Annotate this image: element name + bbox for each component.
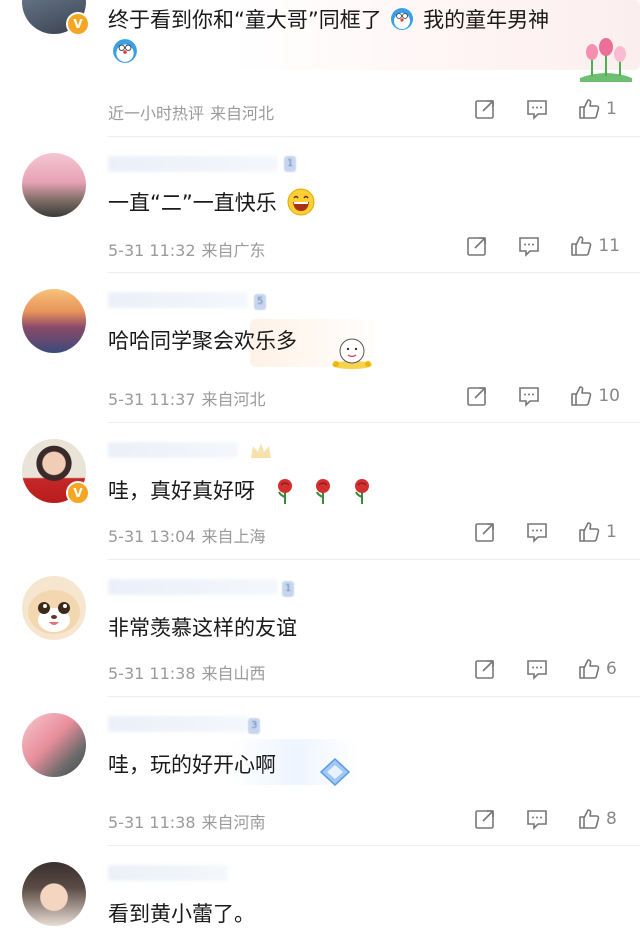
fan-level-badge: 1 — [282, 581, 295, 597]
comment-actions: 11 — [466, 232, 620, 260]
comment-actions: 1 — [474, 95, 620, 123]
comment-time: 5-31 11:32 — [108, 241, 196, 260]
comment-text-content: 一直“二”一直快乐 — [108, 191, 277, 215]
comment-icon[interactable] — [518, 235, 540, 257]
comment-time: 5-31 13:04 — [108, 527, 196, 546]
share-icon[interactable] — [474, 808, 496, 830]
like-count: 8 — [606, 809, 617, 829]
like-count: 11 — [598, 236, 620, 256]
lucky-cat-sticker-icon — [332, 338, 372, 369]
doraemon-emoji-icon — [391, 8, 414, 30]
tulip-decoration-icon — [580, 38, 632, 82]
comment-time: 5-31 11:37 — [108, 390, 196, 409]
comment-location: 来自河南 — [201, 813, 266, 832]
comment-time: 5-31 11:38 — [108, 813, 196, 832]
comment-meta: 5-31 13:04 来自上海 — [108, 523, 266, 547]
username-blurred[interactable] — [108, 865, 228, 881]
comment-text: 一直“二”一直快乐 — [108, 187, 315, 217]
thumbs-up-icon[interactable] — [570, 385, 592, 407]
comment-time: 5-31 11:38 — [108, 664, 196, 683]
comment-item: V 终于看到你和“童大哥”同框了 我的童年男神 近一小时热评 来自河北 1 — [0, 0, 640, 136]
comment-item: 1 一直“二”一直快乐 5-31 11:32 来自广东 11 — [0, 137, 640, 272]
share-icon[interactable] — [466, 235, 488, 257]
comment-actions: 6 — [474, 655, 620, 683]
like-count: 1 — [606, 99, 617, 119]
like-count: 1 — [606, 522, 617, 542]
comment-item: V 哇，真好真好呀 5-31 13:04 来自上海 1 — [0, 423, 640, 559]
like-count: 6 — [606, 659, 617, 679]
verified-badge-icon: V — [66, 12, 90, 36]
crown-badge-icon — [251, 443, 271, 458]
comment-text-content: 非常羡慕这样的友谊 — [108, 616, 297, 640]
comment-meta: 5-31 11:37 来自河北 — [108, 386, 266, 410]
comment-item: 5 哈哈同学聚会欢乐多 5-31 11:37 来自河北 10 — [0, 273, 640, 422]
comment-text-part1: 终于看到你和“童大哥”同框了 — [108, 8, 382, 32]
username-blurred[interactable] — [108, 156, 278, 172]
comment-meta: 5-31 11:32 来自广东 — [108, 237, 266, 261]
rose-emoji-icon — [316, 479, 331, 504]
username-blurred[interactable] — [108, 292, 248, 308]
laughing-emoji-icon — [287, 188, 315, 216]
comment-location: 来自上海 — [201, 527, 266, 546]
avatar[interactable] — [22, 576, 86, 640]
fan-level-badge: 5 — [254, 294, 267, 310]
share-icon[interactable] — [474, 521, 496, 543]
comment-icon[interactable] — [526, 658, 548, 680]
verified-badge-icon: V — [66, 481, 90, 505]
comment-text: 哇，玩的好开心啊 — [108, 749, 276, 779]
comment-actions: 1 — [474, 518, 620, 546]
comment-location: 来自河北 — [210, 104, 275, 123]
comment-meta: 近一小时热评 来自河北 — [108, 100, 274, 124]
avatar[interactable] — [22, 862, 86, 926]
username-blurred[interactable] — [108, 442, 238, 458]
doraemon-emoji-icon — [113, 39, 137, 63]
fan-level-badge: 1 — [284, 156, 297, 172]
cartoon-dog-icon — [28, 590, 80, 634]
username-blurred[interactable] — [108, 579, 278, 595]
username-blurred[interactable] — [108, 716, 248, 732]
comment-actions: 8 — [474, 805, 620, 833]
comment-meta: 5-31 11:38 来自山西 — [108, 660, 266, 684]
comment-text-content: 哈哈同学聚会欢乐多 — [108, 329, 297, 353]
thumbs-up-icon[interactable] — [578, 521, 600, 543]
comment-icon[interactable] — [518, 385, 540, 407]
comment-text: 哈哈同学聚会欢乐多 — [108, 325, 297, 355]
comment-text: 非常羡慕这样的友谊 — [108, 612, 297, 642]
thumbs-up-icon[interactable] — [570, 235, 592, 257]
avatar[interactable] — [22, 289, 86, 353]
thumbs-up-icon[interactable] — [578, 808, 600, 830]
comment-meta: 5-31 11:38 来自河南 — [108, 809, 266, 833]
rose-emoji-icon — [277, 479, 292, 504]
share-icon[interactable] — [466, 385, 488, 407]
comment-time: 近一小时热评 — [108, 104, 205, 123]
comment-item: 1 非常羡慕这样的友谊 5-31 11:38 来自山西 6 — [0, 560, 640, 696]
thumbs-up-icon[interactable] — [578, 98, 600, 120]
comment-actions: 10 — [466, 382, 620, 410]
avatar[interactable] — [22, 153, 86, 217]
comment-text-content: 看到黄小蕾了。 — [108, 902, 255, 926]
comment-location: 来自广东 — [201, 241, 266, 260]
thumbs-up-icon[interactable] — [578, 658, 600, 680]
comment-item: 看到黄小蕾了。 — [0, 846, 640, 926]
comment-text-content: 哇，玩的好开心啊 — [108, 753, 276, 777]
comment-icon[interactable] — [526, 808, 548, 830]
fan-level-badge: 3 — [248, 718, 261, 734]
comment-location: 来自河北 — [201, 390, 266, 409]
like-count: 10 — [598, 386, 620, 406]
share-icon[interactable] — [474, 658, 496, 680]
comment-text-content: 哇，真好真好呀 — [108, 479, 255, 503]
comment-location: 来自山西 — [201, 664, 266, 683]
rose-emoji-icon — [355, 479, 370, 504]
comment-text-part2: 我的童年男神 — [423, 8, 550, 32]
diamond-sticker-icon — [319, 757, 351, 787]
comment-text: 哇，真好真好呀 — [108, 475, 371, 505]
comment-icon[interactable] — [526, 521, 548, 543]
comment-text: 看到黄小蕾了。 — [108, 898, 255, 928]
comment-icon[interactable] — [526, 98, 548, 120]
avatar[interactable] — [22, 713, 86, 777]
comment-text: 终于看到你和“童大哥”同框了 我的童年男神 — [108, 4, 549, 34]
comment-item: 3 哇，玩的好开心啊 5-31 11:38 来自河南 8 — [0, 697, 640, 845]
share-icon[interactable] — [474, 98, 496, 120]
